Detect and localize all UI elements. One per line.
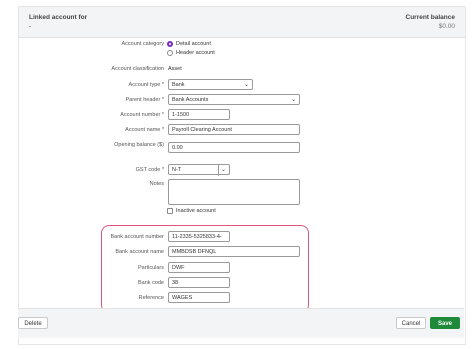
parent-header-label: Parent header * (125, 97, 164, 103)
bank-code-label: Bank code (138, 280, 164, 286)
opening-balance-field[interactable]: 0.00 (168, 142, 300, 153)
account-type-label: Account type * (128, 82, 164, 88)
gst-code-value: N-T (172, 167, 182, 173)
inactive-account-checkbox[interactable] (167, 208, 173, 214)
linked-account-value: - (29, 23, 32, 30)
header-account-radio[interactable] (167, 50, 173, 56)
bank-account-name-label: Bank account name (115, 249, 164, 255)
bank-account-number-field[interactable]: 11-2335-5325833-4- (168, 231, 230, 242)
opening-balance-label: Opening balance ($) (114, 142, 164, 148)
account-number-label: Account number * (120, 112, 164, 118)
particulars-label: Particulars (138, 265, 164, 271)
chevron-down-icon: ⌄ (290, 97, 296, 103)
account-header: Linked account for - Current balance $0.… (19, 7, 465, 38)
detail-account-radio[interactable] (167, 41, 173, 47)
bank-account-name-field[interactable]: MMBDSB DFNQL (168, 246, 300, 257)
gst-code-select[interactable]: N-T ⌄ (168, 164, 230, 176)
notes-textarea[interactable] (168, 179, 300, 205)
chevron-down-icon: ⌄ (217, 165, 226, 176)
account-type-select[interactable]: Bank ⌄ (168, 79, 253, 90)
detail-account-label: Detail account (176, 41, 211, 47)
notes-label: Notes (149, 181, 164, 187)
save-button[interactable]: Save (430, 317, 460, 329)
delete-button[interactable]: Delete (18, 317, 48, 329)
account-classification-label: Account classification (111, 66, 164, 72)
cancel-button[interactable]: Cancel (396, 317, 426, 329)
account-number-field[interactable]: 1-1500 (168, 109, 230, 120)
reference-label: Reference (138, 295, 164, 301)
account-name-label: Account name * (125, 127, 164, 133)
reference-field[interactable]: WAGES (168, 292, 230, 303)
header-account-label: Header account (176, 50, 215, 56)
linked-account-label: Linked account for (29, 14, 88, 21)
account-classification-value: Asset (168, 66, 182, 72)
account-name-field[interactable]: Payroll Clearing Account (168, 124, 300, 135)
particulars-field[interactable]: DWF (168, 262, 230, 273)
current-balance-value: $0.00 (438, 23, 455, 30)
account-type-value: Bank (172, 82, 185, 88)
account-category-label: Account category (121, 41, 165, 47)
bank-code-field[interactable]: 38 (168, 277, 230, 288)
parent-header-value: Bank Accounts (172, 97, 209, 103)
inactive-account-label: Inactive account (176, 208, 216, 214)
gst-code-label: GST code * (135, 167, 164, 173)
chevron-down-icon: ⌄ (243, 82, 249, 88)
current-balance-label: Current balance (405, 14, 456, 21)
parent-header-select[interactable]: Bank Accounts ⌄ (168, 94, 300, 105)
bank-account-number-label: Bank account number (110, 234, 164, 240)
